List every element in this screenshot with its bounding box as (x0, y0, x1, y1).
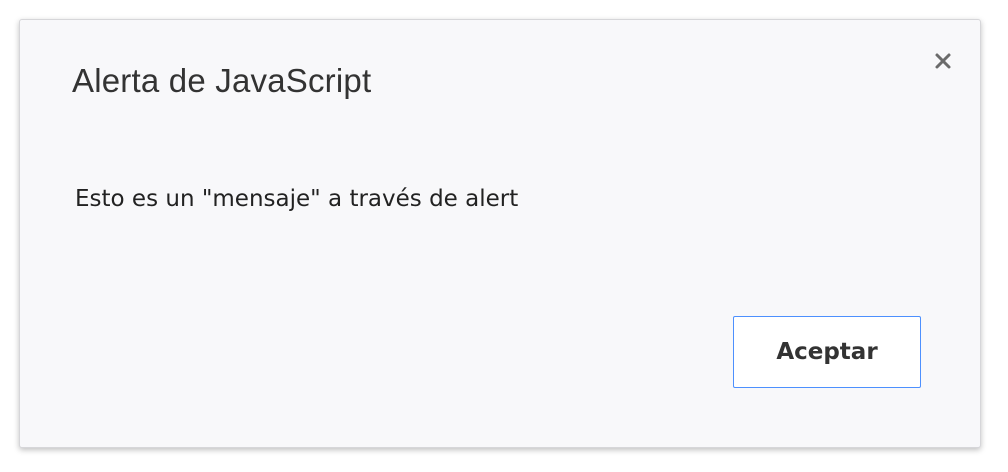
accept-button[interactable]: Aceptar (733, 316, 921, 388)
dialog-message: Esto es un "mensaje" a través de alert (75, 186, 519, 212)
close-icon (935, 53, 951, 69)
alert-dialog: Alerta de JavaScript Esto es un "mensaje… (19, 19, 981, 448)
close-button[interactable] (926, 44, 960, 78)
dialog-title: Alerta de JavaScript (72, 62, 372, 99)
